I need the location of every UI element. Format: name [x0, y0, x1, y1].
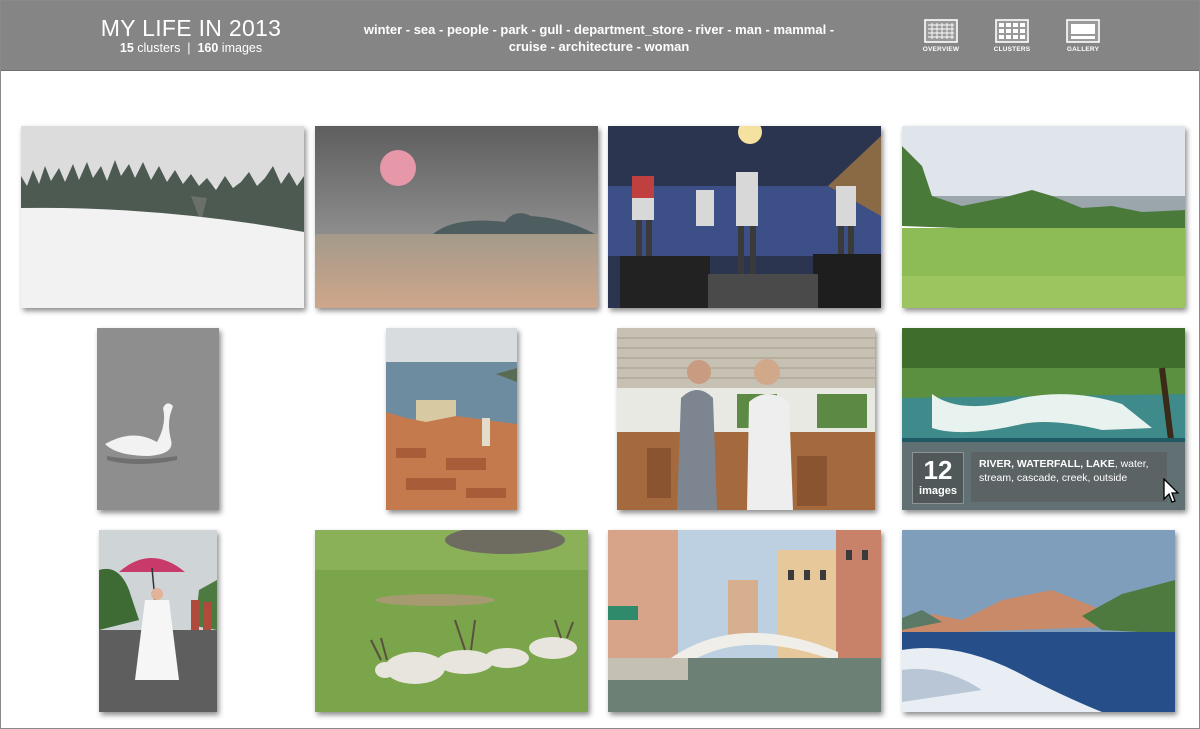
- winter-forest-image: [21, 126, 304, 308]
- sunset-sea-image: [315, 126, 598, 308]
- page-title: MY LIFE IN 2013: [100, 15, 282, 41]
- title-block: MY LIFE IN 2013 15 clusters | 160 images: [96, 15, 286, 55]
- cluster-thumb-restaurant[interactable]: [617, 328, 875, 510]
- clusters-count: 15: [119, 41, 134, 55]
- header-bar: MY LIFE IN 2013 15 clusters | 160 images…: [1, 1, 1199, 71]
- band-concert-image: [608, 126, 881, 308]
- cluster-hover-overlay: 12 images RIVER, WATERFALL, LAKE, water,…: [902, 442, 1185, 510]
- nav-clusters-button[interactable]: CLUSTERS: [984, 19, 1040, 53]
- images-count: 160: [197, 41, 219, 55]
- bride-umbrella-image: [99, 530, 217, 712]
- cluster-thumb-venice[interactable]: [608, 530, 881, 712]
- nav-overview-label: OVERVIEW: [922, 46, 960, 53]
- clusters-label: clusters |: [133, 41, 198, 55]
- nav-overview-button[interactable]: OVERVIEW: [913, 19, 969, 53]
- antelopes-image: [315, 530, 588, 712]
- images-label: images: [218, 41, 263, 55]
- venice-canal-image: [608, 530, 881, 712]
- swan-image: [97, 328, 219, 510]
- coastal-town-image: [386, 328, 517, 510]
- cluster-thumb-meadow[interactable]: [902, 126, 1185, 308]
- image-count-label: images: [919, 485, 957, 497]
- cluster-thumb-swan[interactable]: [97, 328, 219, 510]
- green-meadow-image: [902, 126, 1185, 308]
- top-tags: winter - sea - people - park - gull - de…: [363, 22, 835, 54]
- cluster-thumb-concert[interactable]: [608, 126, 881, 308]
- nav-gallery-button[interactable]: GALLERY: [1055, 19, 1111, 53]
- mouse-cursor-icon: [1163, 478, 1179, 503]
- nav-gallery-label: GALLERY: [1066, 46, 1100, 53]
- cluster-thumb-antelopes[interactable]: [315, 530, 588, 712]
- collection-stats: 15 clusters | 160 images: [96, 41, 286, 55]
- clusters-icon: [995, 19, 1029, 43]
- cluster-thumb-waterfall[interactable]: 12 images RIVER, WATERFALL, LAKE, water,…: [902, 328, 1185, 510]
- cluster-thumb-bride[interactable]: [99, 530, 217, 712]
- image-count: 12: [923, 455, 953, 485]
- cluster-bold-tags: RIVER, WATERFALL, LAKE: [979, 458, 1115, 470]
- people-restaurant-image: [617, 328, 875, 510]
- image-count-box: 12 images: [912, 452, 964, 504]
- nav-clusters-label: CLUSTERS: [993, 46, 1031, 53]
- cluster-thumb-sunset-sea[interactable]: [315, 126, 598, 308]
- gallery-icon: [1066, 19, 1100, 43]
- cluster-thumb-cruise[interactable]: [902, 530, 1175, 712]
- cruise-coast-image: [902, 530, 1175, 712]
- cluster-tags-box: RIVER, WATERFALL, LAKE, water, stream, c…: [971, 452, 1167, 502]
- cluster-thumb-old-town[interactable]: [386, 328, 517, 510]
- overview-icon: [924, 19, 958, 43]
- cluster-thumb-winter[interactable]: [21, 126, 304, 308]
